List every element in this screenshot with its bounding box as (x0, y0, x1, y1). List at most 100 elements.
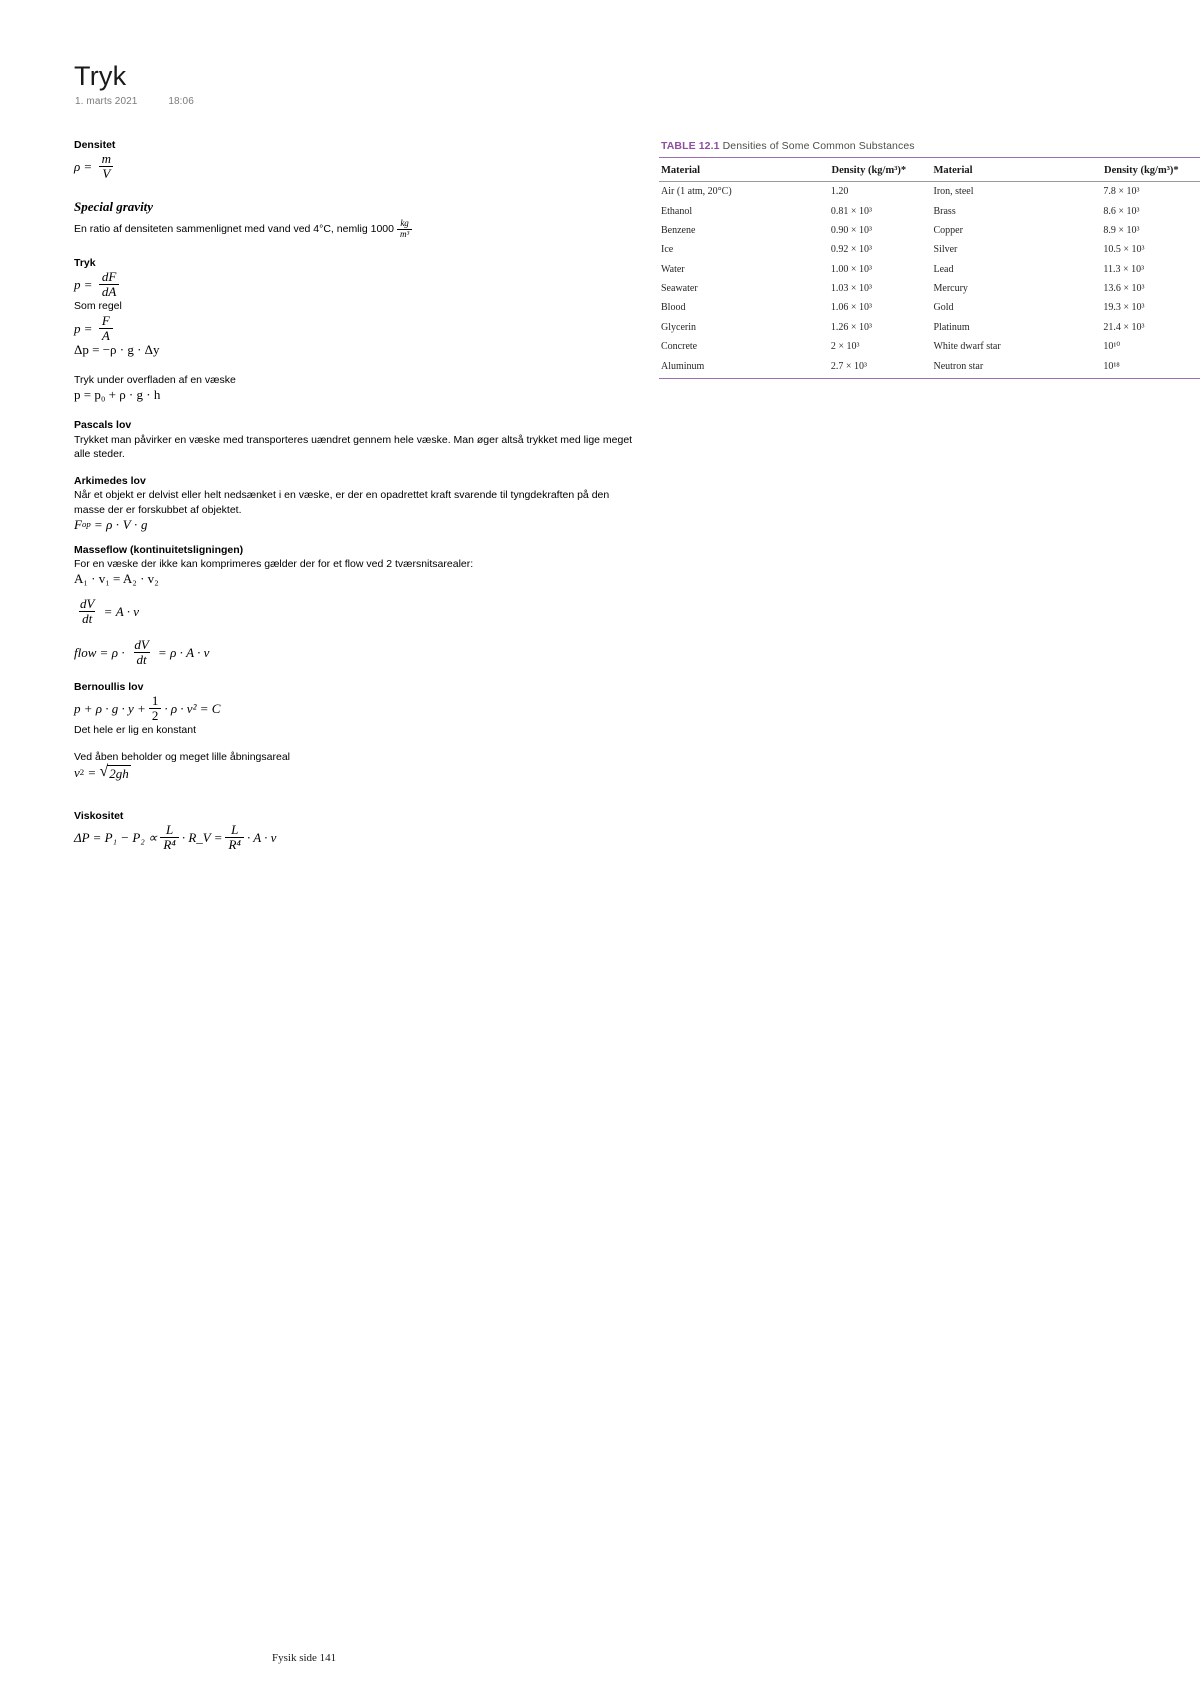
fraction-numerator: dV (134, 637, 149, 653)
cell-material-left: Blood (661, 302, 686, 314)
cell-density-right: 10¹⁸ (1103, 360, 1120, 372)
square-root: √ 2gh (100, 763, 131, 780)
cell-material-right: Gold (933, 302, 954, 314)
table-row: Benzene 0.90 × 10³ Copper 8.9 × 10³ (659, 221, 1200, 240)
formula-bernoulli: p + ρ · g · y + 1 2 · ρ · v² = C (74, 692, 634, 723)
section-heading-viskositet: Viskositet (74, 809, 124, 822)
formula-tryk-under-overflade: p = p₀ + ρ · g · h (74, 387, 161, 403)
densities-table-figure: TABLE 12.1 Densities of Some Common Subs… (655, 140, 1200, 379)
cell-density-right: 21.4 × 10³ (1103, 321, 1145, 333)
document-time: 18:06 (168, 96, 194, 107)
fraction-denominator: 2 (148, 707, 162, 723)
formula-arkimedes: Fop = ρ · V · g (74, 517, 148, 533)
document-date: 1. marts 2021 (75, 96, 138, 107)
fraction-denominator: A (98, 328, 113, 343)
section-heading-tryk: Tryk (74, 257, 96, 270)
table-row: Blood 1.06 × 10³ Gold 19.3 × 10³ (659, 298, 1200, 317)
cell-material-left: Seawater (661, 283, 698, 295)
fraction-numerator: m (101, 151, 111, 167)
paragraph-special-gravity: En ratio af densiteten sammenlignet med … (74, 217, 634, 240)
table-caption: TABLE 12.1 Densities of Some Common Subs… (655, 140, 1200, 157)
text-aaben-beholder: Ved åben beholder og meget lille åbnings… (74, 750, 290, 763)
formula-rhs: ρ · A · v (170, 645, 210, 661)
cell-density-right: 13.6 × 10³ (1103, 283, 1145, 295)
paragraph-pascals-lov: Trykket man påvirker en væske med transp… (74, 433, 633, 461)
note-bernoulli-konstant: Det hele er lig en konstant (74, 723, 196, 736)
cell-material-right: Iron, steel (933, 186, 974, 198)
formula-continuity: A₁ · v₁ = A₂ · v₂ (74, 571, 159, 587)
table-label: TABLE 12.1 (661, 140, 720, 152)
note-som-regel: Som regel (74, 300, 122, 313)
table-row: Air (1 atm, 20°C) 1.20 Iron, steel 7.8 ×… (659, 182, 1200, 202)
cell-material-right: Brass (933, 205, 956, 217)
table-caption-text: Densities of Some Common Substances (722, 140, 915, 152)
cell-density-left: 2 × 10³ (830, 341, 860, 353)
table-row: Glycerin 1.26 × 10³ Platinum 21.4 × 10³ (659, 318, 1200, 337)
fraction-numerator: F (101, 313, 110, 329)
column-header-material-right: Material (931, 158, 1079, 182)
cell-density-left: 2.7 × 10³ (830, 360, 867, 372)
cell-material-right: Mercury (933, 283, 968, 295)
table-row: Ice 0.92 × 10³ Silver 10.5 × 10³ (659, 240, 1200, 259)
notes-content: Densitet ρ = m V Special gravity En rati… (74, 138, 634, 852)
formula-part-a: p + ρ · g · y + (74, 700, 146, 716)
fraction-denominator: R⁴ (160, 836, 179, 852)
cell-density-left: 0.81 × 10³ (830, 205, 872, 217)
document-meta: 1. marts 2021 18:06 (75, 96, 194, 107)
formula-densitet-eq: = (84, 159, 92, 175)
table-row: Aluminum 2.7 × 10³ Neutron star 10¹⁸ (659, 356, 1200, 375)
text-tryk-under-overflade: Tryk under overfladen af en væske (74, 374, 236, 387)
section-heading-masseflow: Masseflow (kontinuitetsligningen) (74, 544, 244, 557)
cell-density-right: 8.6 × 10³ (1103, 205, 1140, 217)
table-row: Water 1.00 × 10³ Lead 11.3 × 10³ (659, 260, 1200, 279)
unit-numerator: kg (400, 217, 409, 228)
formula-lhs: p (74, 321, 81, 337)
fraction-denominator: dt (79, 611, 96, 626)
formula-lhs: p (74, 277, 81, 293)
fraction-numerator: dF (101, 269, 117, 285)
column-header-density-right: Density (kg/m³)* (1078, 158, 1200, 182)
fraction-denominator: R⁴ (225, 836, 244, 852)
fraction-numerator: dV (80, 596, 95, 612)
fraction-f-over-a: F A (98, 313, 113, 343)
cell-density-left: 1.03 × 10³ (830, 283, 872, 295)
formula-rhs: A · v (115, 604, 140, 620)
formula-rho: ρ (111, 645, 118, 661)
fraction-l-over-r4-first: L R⁴ (160, 821, 179, 852)
table-bottom-rule (659, 377, 1200, 379)
cell-density-right: 10.5 × 10³ (1103, 244, 1145, 256)
cell-density-right: 19.3 × 10³ (1103, 302, 1145, 314)
table-header-row: Material Density (kg/m³)* Material Densi… (659, 158, 1200, 182)
cell-density-left: 1.00 × 10³ (830, 263, 872, 275)
cell-material-right: White dwarf star (933, 341, 1001, 353)
cell-material-left: Concrete (661, 341, 698, 353)
formula-mid: · R_V = (181, 829, 223, 845)
column-header-material-left: Material (659, 158, 807, 182)
cell-density-right: 7.8 × 10³ (1103, 186, 1140, 198)
fraction-m-over-v: m V (99, 152, 114, 181)
unit-kg-per-m3: kg m³ (394, 217, 415, 240)
fraction-numerator: L (165, 821, 174, 837)
cell-material-right: Silver (933, 244, 958, 256)
fraction-numerator: 1 (151, 692, 159, 708)
unit-denominator: m³ (396, 228, 413, 240)
densities-table: Material Density (kg/m³)* Material Densi… (659, 158, 1200, 376)
table-row: Concrete 2 × 10³ White dwarf star 10¹⁰ (659, 337, 1200, 356)
cell-material-right: Platinum (933, 321, 970, 333)
table-row: Seawater 1.03 × 10³ Mercury 13.6 × 10³ (659, 279, 1200, 298)
cell-material-right: Copper (933, 224, 963, 236)
cell-density-left: 1.20 (830, 186, 849, 198)
section-heading-pascals-lov: Pascals lov (74, 419, 132, 432)
fraction-denominator: V (99, 166, 114, 181)
column-header-density-left: Density (kg/m³)* (806, 158, 932, 182)
fraction-df-over-da: dF dA (98, 269, 120, 299)
fraction-denominator: dA (98, 284, 120, 299)
fraction-dv-over-dt: dV dt (131, 638, 151, 667)
fraction-denominator: dt (133, 652, 150, 667)
section-heading-densitet: Densitet (74, 139, 116, 151)
formula-delta-p: Δp = −ρ · g · Δy (74, 342, 160, 358)
cell-density-left: 1.26 × 10³ (830, 321, 872, 333)
cell-density-left: 1.06 × 10³ (830, 302, 872, 314)
paragraph-arkimedes-lov: Når et objekt er delvist eller helt neds… (74, 489, 610, 517)
formula-densitet: ρ = m V (74, 152, 634, 181)
